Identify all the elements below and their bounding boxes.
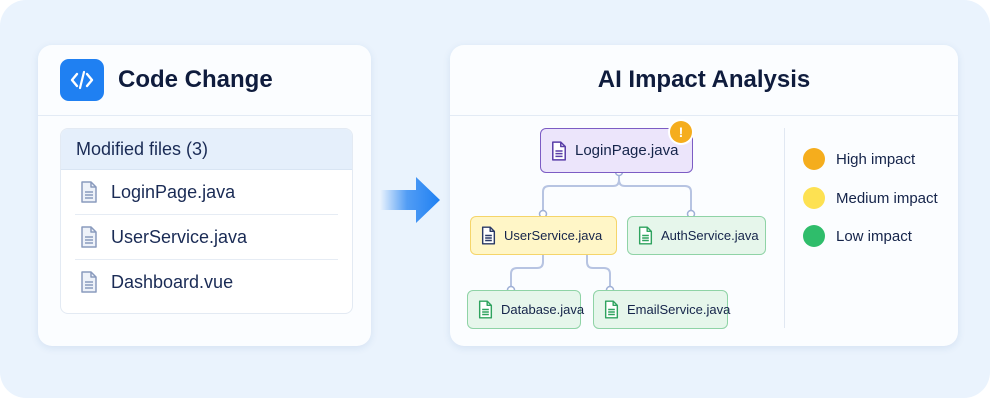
edge-user-email [586,253,611,290]
file-icon [481,226,496,245]
node-user-service[interactable]: UserService.java [470,216,617,255]
legend-label: High impact [836,150,916,168]
file-icon [478,300,493,319]
legend-medium: Medium impact [803,187,938,209]
legend-label: Low impact [836,227,912,245]
edge-root-auth [618,172,692,216]
node-label: EmailService.java [627,302,731,317]
legend-divider [784,128,785,328]
legend-high: High impact [803,148,915,170]
node-auth-service[interactable]: AuthService.java [627,216,766,255]
file-icon [638,226,653,245]
low-impact-dot [803,225,825,247]
warning-icon: ! [670,121,692,143]
file-icon [604,300,619,319]
file-icon [552,140,566,161]
node-email-service[interactable]: EmailService.java [593,290,731,329]
legend-label: Medium impact [836,189,938,207]
node-label: LoginPage.java [575,142,679,159]
edge-root-user [542,172,620,216]
node-label: UserService.java [504,228,603,243]
high-impact-dot [803,148,825,170]
medium-impact-dot [803,187,825,209]
node-label: Database.java [501,302,585,317]
legend-low: Low impact [803,225,912,247]
node-label: AuthService.java [661,228,759,243]
node-database[interactable]: Database.java [467,290,585,329]
edge-user-database [510,253,544,290]
